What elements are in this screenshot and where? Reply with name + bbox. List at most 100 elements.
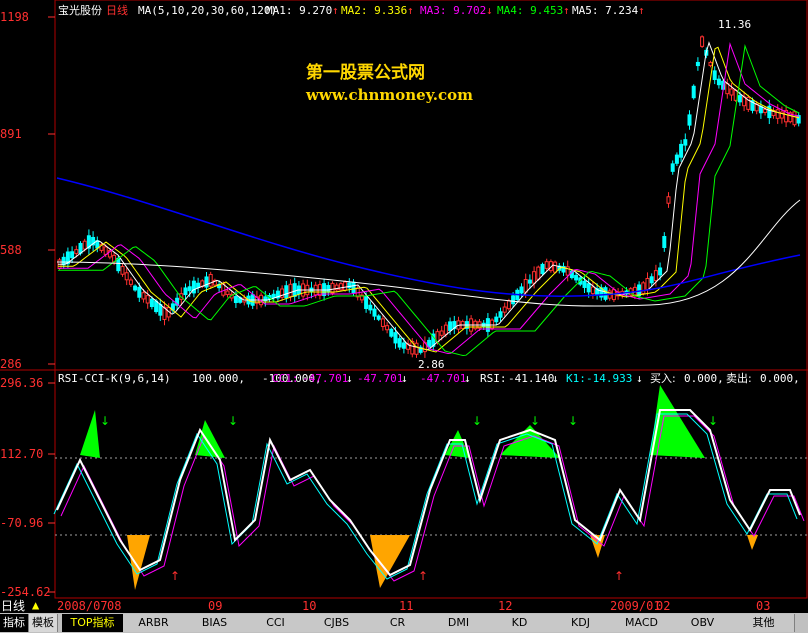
- ma-value-1: MA1: 9.270: [266, 4, 333, 17]
- candle-body: [351, 281, 356, 294]
- candle-body: [687, 114, 692, 126]
- rsi-arrow: ↓: [552, 372, 559, 385]
- candle-body: [397, 338, 402, 348]
- candle-body: [414, 342, 419, 355]
- ma-value-5: MA5: 7.234: [572, 4, 639, 17]
- candle-body: [401, 342, 406, 349]
- buy-signal-arrow-icon: ↓: [472, 414, 482, 428]
- tab-obv[interactable]: OBV: [672, 614, 734, 632]
- sell-signal-arrow-icon: ↑: [614, 569, 624, 583]
- date-label-0: 2008/07: [57, 599, 108, 613]
- candle-body: [196, 282, 201, 288]
- tab-cjbs[interactable]: CJBS: [306, 614, 368, 632]
- low-price-label: 2.86: [418, 358, 445, 371]
- candle-body: [691, 85, 696, 99]
- high-price-label: 11.36: [718, 18, 752, 31]
- candle-body: [187, 286, 192, 292]
- cc1-value-2: -47.701: [420, 372, 467, 385]
- candle-body: [494, 316, 499, 323]
- cc1-arrow-1: ↓: [401, 372, 408, 385]
- candle-body: [527, 279, 532, 284]
- date-label-8: 03: [756, 599, 771, 613]
- tab-其他[interactable]: 其他: [733, 614, 795, 632]
- buy-value: 0.000,: [684, 372, 724, 385]
- candle-body: [502, 306, 507, 313]
- main-y-tick-3: 286: [0, 357, 22, 371]
- candle-body: [523, 278, 528, 293]
- candle-body: [385, 325, 390, 331]
- date-label-7: 02: [656, 599, 671, 613]
- k1-value: -14.933: [586, 372, 633, 385]
- candle-body: [590, 286, 595, 295]
- tab-kd[interactable]: KD: [489, 614, 551, 632]
- candle-body: [364, 296, 369, 309]
- tab-macd[interactable]: MACD: [611, 614, 673, 632]
- candle-body: [439, 330, 444, 336]
- candle-body: [326, 285, 331, 293]
- mode-template-tab[interactable]: 模板: [29, 614, 58, 632]
- rsi-value: -41.140: [508, 372, 555, 385]
- candle-body: [679, 143, 684, 158]
- candle-body: [141, 292, 146, 300]
- candle-body: [653, 270, 658, 282]
- tab-cci[interactable]: CCI: [245, 614, 307, 632]
- rsi-label: RSI:: [480, 372, 507, 385]
- sell-signal-arrow-icon: ↑: [170, 569, 180, 583]
- candle-body: [103, 246, 108, 255]
- candle-body: [380, 318, 385, 327]
- ma-arrow-3: ↓: [486, 4, 493, 17]
- candle-body: [666, 196, 671, 204]
- candle-body: [149, 298, 154, 308]
- buy-signal-arrow-icon: ↓: [568, 414, 578, 428]
- candle-body: [448, 321, 453, 331]
- tab-dmi[interactable]: DMI: [428, 614, 490, 632]
- watermark-title: 第一股票公式网: [306, 63, 425, 83]
- ma-value-2: MA2: 9.336: [341, 4, 408, 17]
- candle-body: [137, 286, 142, 298]
- candle-body: [708, 61, 713, 67]
- candle-body: [544, 261, 549, 269]
- candle-body: [120, 266, 125, 275]
- candle-body: [133, 285, 138, 291]
- tab-kdj[interactable]: KDJ: [550, 614, 612, 632]
- buy-signal-arrow-icon: ↓: [530, 414, 540, 428]
- candle-body: [343, 281, 348, 291]
- cc1-value-0: -47.701: [302, 372, 349, 385]
- period-marker-icon[interactable]: ▲: [32, 599, 39, 612]
- period-label: 日线: [106, 4, 128, 17]
- candle-body: [292, 283, 297, 297]
- candle-body: [511, 295, 516, 305]
- tab-cr[interactable]: CR: [367, 614, 429, 632]
- k1-label: K1:: [566, 372, 586, 385]
- candle-body: [208, 273, 213, 287]
- candle-body: [498, 311, 503, 318]
- candle-body: [288, 283, 293, 297]
- candle-body: [271, 293, 276, 299]
- buy-zone-fill: [80, 410, 100, 458]
- candle-body: [82, 240, 87, 250]
- candle-body: [372, 308, 377, 317]
- tab-bias[interactable]: BIAS: [184, 614, 246, 632]
- main-y-tick-2: 588: [0, 243, 22, 257]
- tab-top指标[interactable]: TOP指标: [62, 614, 124, 632]
- date-label-3: 10: [302, 599, 317, 613]
- buy-signal-arrow-icon: ↓: [708, 414, 718, 428]
- sell-zone-fill: [370, 535, 410, 588]
- date-axis-period: 日线: [1, 599, 26, 613]
- cc1-label: CC1:: [272, 372, 299, 385]
- mode-indicator-tab[interactable]: 指标: [0, 614, 29, 632]
- candle-body: [695, 61, 700, 67]
- candle-body: [700, 36, 705, 47]
- candle-body: [519, 286, 524, 294]
- y-tick-marks: [48, 16, 55, 593]
- stock-name: 宝光股份: [58, 4, 102, 17]
- candle-body: [683, 139, 688, 146]
- date-label-6: 2009/01: [610, 599, 661, 613]
- ma-value-4: MA4: 9.453: [497, 4, 564, 17]
- sell-zone-fill: [747, 535, 758, 550]
- candle-body: [674, 154, 679, 164]
- candle-body: [641, 282, 646, 295]
- tab-arbr[interactable]: ARBR: [123, 614, 185, 632]
- candle-body: [225, 290, 230, 296]
- candle-body: [712, 70, 717, 81]
